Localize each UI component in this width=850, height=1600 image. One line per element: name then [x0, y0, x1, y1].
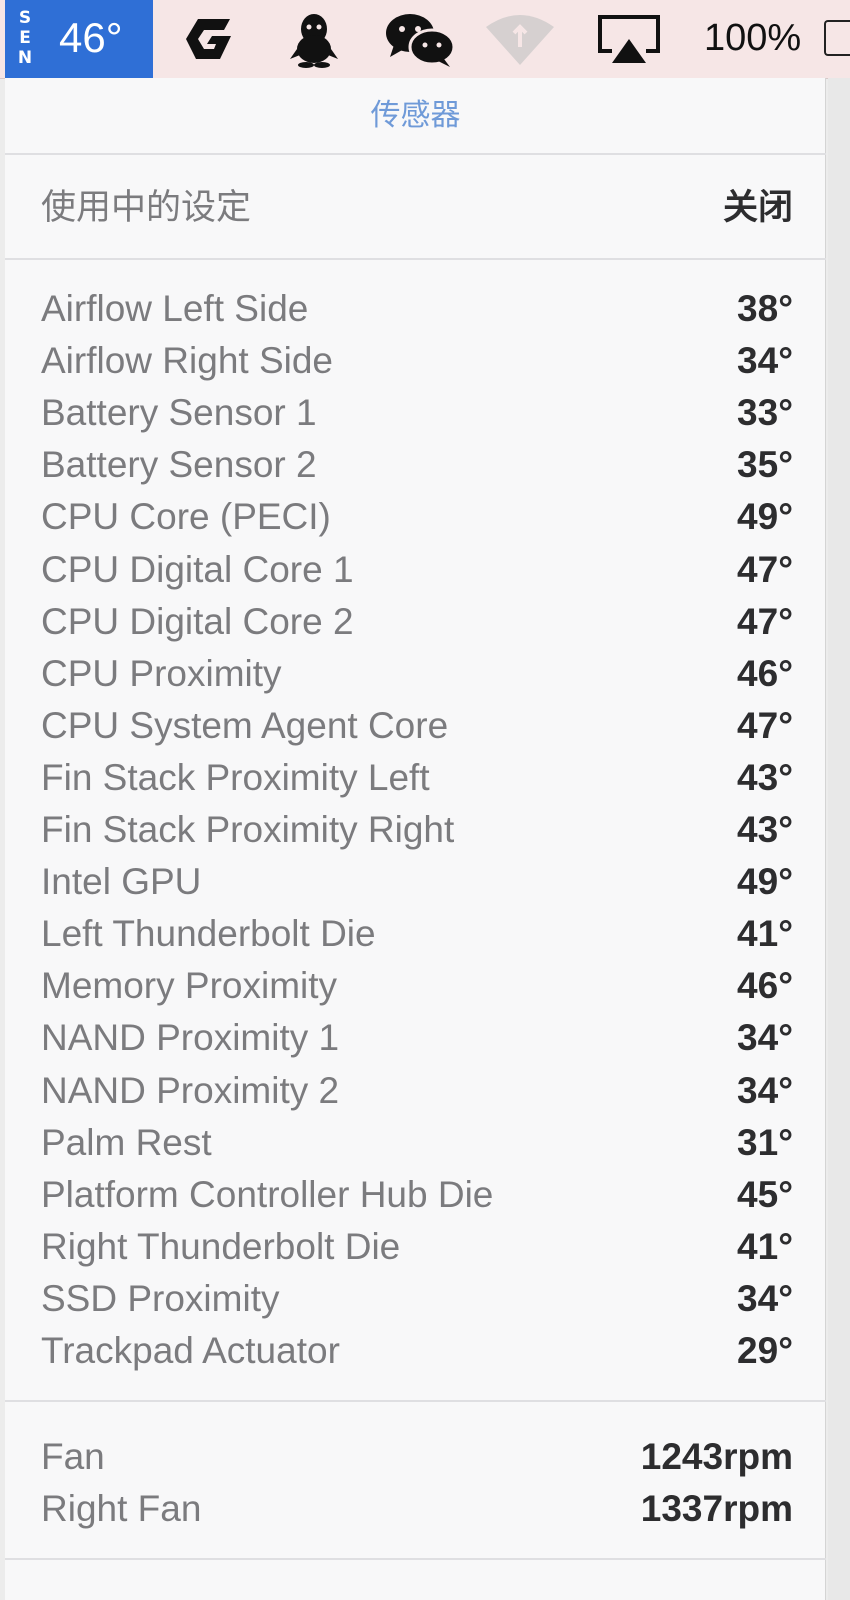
sensor-row[interactable]: Airflow Left Side 38° [41, 283, 793, 335]
fan-row-value: 1337rpm [640, 1488, 793, 1529]
sensor-row-value: 46° [737, 652, 793, 694]
background-window-edge [828, 78, 850, 1600]
setting-label: 使用中的设定 [41, 188, 252, 228]
sensor-row[interactable]: Left Thunderbolt Die 41° [41, 908, 793, 960]
battery-percent: 100% [704, 17, 802, 59]
sensor-row-label: NAND Proximity 2 [41, 1069, 340, 1111]
sensor-row-value: 34° [737, 340, 793, 382]
sensor-row-value: 47° [737, 704, 793, 746]
sensor-menu-extra[interactable]: S E N 46° [5, 0, 153, 78]
sensor-row-value: 34° [737, 1069, 793, 1111]
fan-row-value: 1243rpm [640, 1436, 793, 1477]
separator [5, 1400, 826, 1402]
sensor-row[interactable]: CPU Digital Core 1 47° [41, 544, 793, 596]
sen-badge: S E N [15, 8, 35, 68]
sensor-row-label: Fin Stack Proximity Left [41, 756, 430, 798]
wechat-icon[interactable] [382, 9, 458, 69]
sensor-row[interactable]: CPU Proximity 46° [41, 648, 793, 700]
sensor-row[interactable]: Palm Rest 31° [41, 1117, 793, 1169]
sensor-row-label: NAND Proximity 1 [41, 1017, 340, 1059]
sensor-row-value: 29° [737, 1330, 793, 1371]
sensor-row-label: SSD Proximity [41, 1277, 280, 1319]
sensor-row[interactable]: Battery Sensor 2 35° [41, 439, 793, 491]
sensor-row-label: CPU Digital Core 2 [41, 600, 354, 642]
sen-letter: N [17, 48, 33, 68]
sensor-row-value: 49° [737, 861, 793, 903]
sensor-row[interactable]: SSD Proximity 34° [41, 1273, 793, 1325]
sensor-row[interactable]: CPU Core (PECI) 49° [41, 491, 793, 543]
sensor-row-label: Intel GPU [41, 861, 202, 903]
fan-row[interactable]: Right Fan 1337rpm [41, 1483, 793, 1535]
sensor-row-value: 31° [737, 1121, 793, 1163]
sensor-row[interactable]: Battery Sensor 1 33° [41, 387, 793, 439]
sensor-row-value: 33° [737, 392, 793, 434]
sensor-row-label: Right Thunderbolt Die [41, 1225, 401, 1267]
airplay-icon[interactable] [596, 9, 662, 69]
sensor-row[interactable]: Memory Proximity 46° [41, 960, 793, 1012]
wifi-icon[interactable] [484, 9, 556, 69]
sensor-row-value: 43° [737, 756, 793, 798]
menu-bar: S E N 46° 100% [0, 0, 850, 79]
sensor-row[interactable]: Intel GPU 49° [41, 856, 793, 908]
sensor-row-value: 46° [737, 965, 793, 1007]
sensor-row[interactable]: Airflow Right Side 34° [41, 335, 793, 387]
sensor-dropdown-panel: 传感器 使用中的设定 关闭 Airflow Left Side 38° Airflo… [5, 78, 826, 1600]
qq-penguin-icon[interactable] [284, 9, 344, 69]
sensor-row[interactable]: NAND Proximity 2 34° [41, 1065, 793, 1117]
sensor-row[interactable]: NAND Proximity 1 34° [41, 1012, 793, 1064]
active-setting-row[interactable]: 使用中的设定 关闭 [41, 182, 793, 234]
app-g-icon[interactable] [176, 9, 236, 69]
sensor-row-value: 43° [737, 809, 793, 850]
sensor-row-value: 47° [737, 600, 793, 642]
sensor-row[interactable]: Platform Controller Hub Die 45° [41, 1169, 793, 1221]
panel-title: 传感器 [370, 98, 461, 133]
separator [5, 1558, 826, 1560]
fan-row-label: Right Fan [41, 1488, 202, 1529]
battery-icon[interactable] [824, 20, 850, 56]
sensor-row-label: Fin Stack Proximity Right [41, 809, 455, 850]
sensor-row-value: 45° [737, 1173, 793, 1215]
sen-letter: E [19, 28, 31, 48]
sensor-row[interactable]: CPU Digital Core 2 47° [41, 596, 793, 648]
sensor-row-label: Left Thunderbolt Die [41, 913, 376, 955]
sensor-row-value: 47° [737, 548, 793, 590]
sensor-row-value: 38° [737, 288, 793, 329]
sensor-row-value: 41° [737, 1225, 793, 1267]
sensor-row[interactable]: Right Thunderbolt Die 41° [41, 1221, 793, 1273]
sensor-row-label: CPU Digital Core 1 [41, 548, 354, 590]
sensor-row-value: 35° [737, 444, 793, 486]
sensor-row-label: Battery Sensor 2 [41, 444, 317, 486]
fan-row[interactable]: Fan 1243rpm [41, 1431, 793, 1483]
sensor-row-label: Battery Sensor 1 [41, 392, 317, 434]
sensor-row-label: CPU Core (PECI) [41, 496, 331, 538]
sensor-row-value: 41° [737, 913, 793, 955]
sensor-row[interactable]: Trackpad Actuator 29° [41, 1325, 793, 1377]
sensor-row-label: Airflow Left Side [41, 288, 309, 329]
sensor-row-label: Platform Controller Hub Die [41, 1173, 494, 1215]
sensor-row-label: Trackpad Actuator [41, 1330, 340, 1371]
sensor-row[interactable]: CPU System Agent Core 47° [41, 700, 793, 752]
sensor-row-value: 34° [737, 1277, 793, 1319]
setting-value: 关闭 [722, 188, 793, 228]
separator [5, 258, 826, 260]
sensor-row-label: Memory Proximity [41, 965, 338, 1007]
separator [5, 153, 826, 155]
sensor-row[interactable]: Fin Stack Proximity Right 43° [41, 804, 793, 856]
menubar-temperature: 46° [59, 14, 123, 61]
sensor-row[interactable]: Fin Stack Proximity Left 43° [41, 752, 793, 804]
sensor-row-label: Palm Rest [41, 1121, 212, 1163]
sensor-row-label: CPU System Agent Core [41, 704, 449, 746]
sen-letter: S [18, 8, 32, 28]
fan-row-label: Fan [41, 1436, 105, 1477]
sensor-row-value: 49° [737, 496, 793, 538]
sensor-row-value: 34° [737, 1017, 793, 1059]
sensor-row-label: CPU Proximity [41, 652, 282, 694]
sensor-row-label: Airflow Right Side [41, 340, 334, 382]
